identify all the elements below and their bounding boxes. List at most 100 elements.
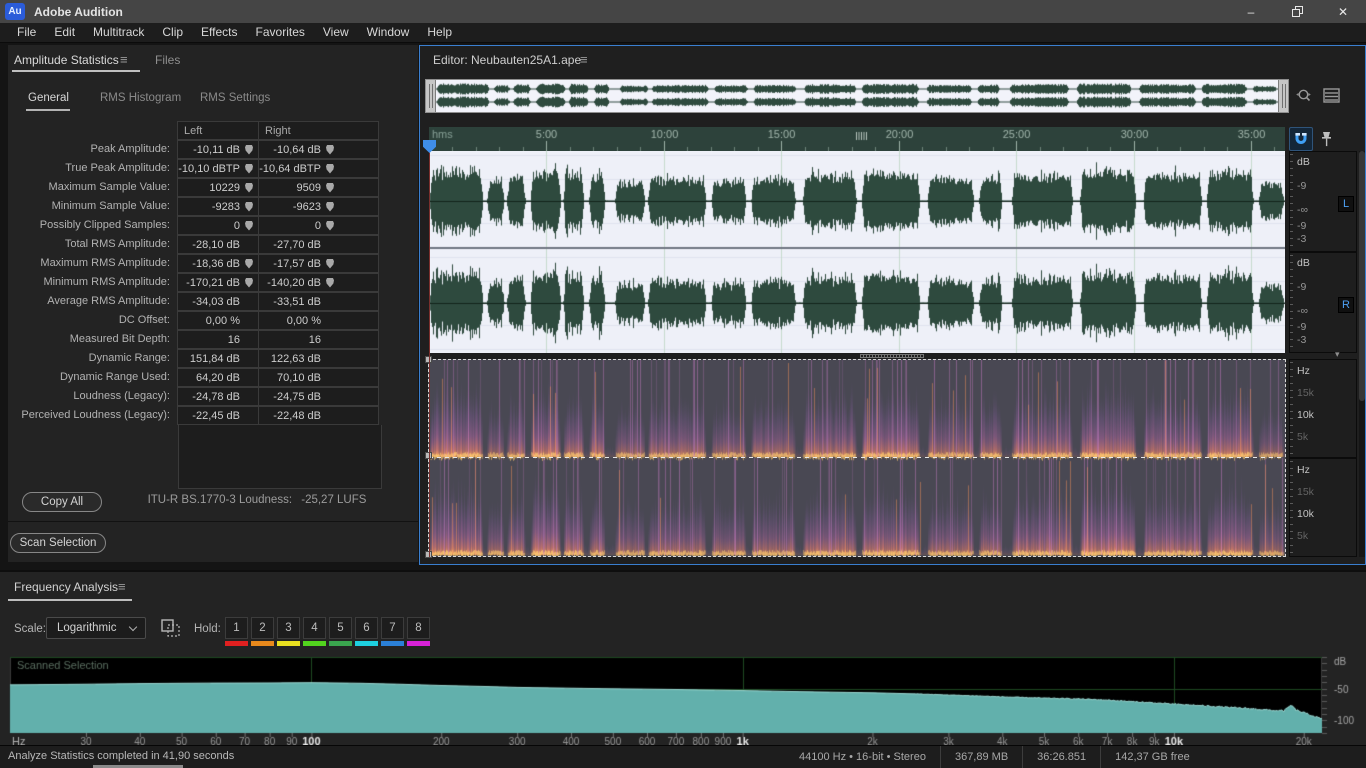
marker-pin-icon[interactable] <box>245 258 253 269</box>
copy-graph-icon[interactable] <box>160 618 182 643</box>
marker-pin-icon[interactable] <box>326 163 334 174</box>
channel-badge-left[interactable]: L <box>1338 196 1354 212</box>
stat-label: True Peak Amplitude: <box>65 162 170 174</box>
marker-pin-icon[interactable] <box>326 277 334 288</box>
tab-rms-histogram[interactable]: RMS Histogram <box>100 92 181 104</box>
menu-item-multitrack[interactable]: Multitrack <box>84 23 153 42</box>
stat-label: Total RMS Amplitude: <box>64 238 170 250</box>
marker-pin-icon[interactable] <box>245 201 253 212</box>
hold-button-6[interactable]: 6 <box>355 617 378 639</box>
stat-label: Average RMS Amplitude: <box>47 295 170 307</box>
timeline-ruler[interactable] <box>429 127 1285 153</box>
marker-pin-icon[interactable] <box>326 220 334 231</box>
hold-color-swatch <box>355 641 378 646</box>
marker-pin-icon[interactable] <box>245 163 253 174</box>
marker-pin-icon[interactable] <box>245 277 253 288</box>
amplitude-ruler-right: dB -9 -∞ -9 -3 R <box>1289 252 1357 353</box>
current-time-indicator[interactable] <box>429 151 430 557</box>
tab-files[interactable]: Files <box>155 53 180 67</box>
menu-item-window[interactable]: Window <box>358 23 419 42</box>
zoom-navigate-icon[interactable] <box>1294 86 1314 106</box>
ruler-label: -∞ <box>1297 204 1308 216</box>
hold-button-3[interactable]: 3 <box>277 617 300 639</box>
stat-label: Possibly Clipped Samples: <box>39 219 170 231</box>
status-message: Analyze Statistics completed in 41,90 se… <box>8 750 235 762</box>
hold-color-swatch <box>303 641 326 646</box>
spectral-selection[interactable] <box>425 356 1286 558</box>
stat-label: Minimum RMS Amplitude: <box>43 276 170 288</box>
ruler-label: 10k <box>1297 508 1314 520</box>
ruler-label: -3 <box>1297 233 1307 245</box>
hold-button-5[interactable]: 5 <box>329 617 352 639</box>
scan-selection-button[interactable]: Scan Selection <box>10 533 106 553</box>
marker-pin-icon[interactable] <box>245 144 253 155</box>
stat-value-left: -34,03 dB <box>177 292 259 311</box>
ruler-label: 15k <box>1297 486 1314 498</box>
overview-waveform[interactable] <box>436 80 1278 112</box>
stat-label: Loudness (Legacy): <box>73 390 170 402</box>
restore-button[interactable] <box>1274 0 1320 23</box>
tab-frequency-analysis[interactable]: Frequency Analysis <box>14 580 118 594</box>
menu-item-effects[interactable]: Effects <box>192 23 246 42</box>
menu-item-file[interactable]: File <box>8 23 45 42</box>
loudness-label: ITU-R BS.1770-3 Loudness: <box>147 494 293 506</box>
marker-pin-icon[interactable] <box>245 182 253 193</box>
spectral-channel-split <box>429 457 1285 458</box>
freq-panel-menu-icon[interactable]: ≡ <box>118 579 126 594</box>
hold-color-swatch <box>251 641 274 646</box>
ruler-label: 5k <box>1297 530 1309 542</box>
list-view-icon[interactable] <box>1322 86 1342 106</box>
menu-item-view[interactable]: View <box>314 23 358 42</box>
editor-title[interactable]: Editor: Neubauten25A1.ape <box>433 53 581 67</box>
scale-dropdown[interactable]: Logarithmic <box>46 617 146 639</box>
stat-value-right: -33,51 dB <box>258 292 340 311</box>
menu-item-help[interactable]: Help <box>418 23 461 42</box>
stat-value-right: -10,64 dBTP <box>258 159 340 178</box>
waveform-display[interactable] <box>429 151 1285 353</box>
panel-divider <box>8 521 418 522</box>
hold-button-8[interactable]: 8 <box>407 617 430 639</box>
stat-value-right: -27,70 dB <box>258 235 340 254</box>
overview-right-handle[interactable] <box>1278 80 1288 112</box>
table-row: Measured Bit Depth: 16 16 <box>8 330 382 349</box>
stat-label: Minimum Sample Value: <box>51 200 170 212</box>
tab-rms-settings[interactable]: RMS Settings <box>200 92 270 104</box>
panel-menu-icon[interactable]: ≡ <box>120 52 128 67</box>
statistics-table: Left Right Peak Amplitude: -10,11 dB -10,6… <box>8 121 382 489</box>
stat-value-right: -10,64 dB <box>258 140 340 159</box>
marker-pin-icon[interactable] <box>326 182 334 193</box>
marker-pin-icon[interactable] <box>326 201 334 212</box>
hold-button-2[interactable]: 2 <box>251 617 274 639</box>
stat-value-left: -24,78 dB <box>177 387 259 406</box>
overview-left-handle[interactable] <box>426 80 436 112</box>
channel-badge-right[interactable]: R <box>1338 297 1354 313</box>
menu-item-favorites[interactable]: Favorites <box>247 23 314 42</box>
marker-pin-icon[interactable] <box>326 258 334 269</box>
menu-item-edit[interactable]: Edit <box>45 23 84 42</box>
minimize-button[interactable]: – <box>1228 0 1274 23</box>
itu-loudness-readout: ITU-R BS.1770-3 Loudness: -25,27 LUFS <box>126 494 388 506</box>
editor-scrollbar[interactable] <box>1359 151 1365 557</box>
frequency-analysis-chart[interactable] <box>8 655 1356 747</box>
marker-pin-icon[interactable] <box>245 220 253 231</box>
snap-toggle[interactable] <box>1289 127 1313 151</box>
table-row: Total RMS Amplitude: -28,10 dB -27,70 dB <box>8 235 382 254</box>
hold-button-4[interactable]: 4 <box>303 617 326 639</box>
stat-value-right: -140,20 dB <box>258 273 340 292</box>
hold-button-1[interactable]: 1 <box>225 617 248 639</box>
tab-amplitude-statistics[interactable]: Amplitude Statistics <box>14 53 119 67</box>
tab-general[interactable]: General <box>28 92 69 104</box>
spectral-display[interactable] <box>429 360 1285 556</box>
hold-color-swatch <box>381 641 404 646</box>
view-divider-grip[interactable] <box>860 354 924 358</box>
menu-item-clip[interactable]: Clip <box>153 23 192 42</box>
editor-panel-menu-icon[interactable]: ≡ <box>580 52 588 67</box>
ruler-label: -9 <box>1297 180 1307 192</box>
overview-strip[interactable] <box>425 79 1289 113</box>
copy-all-button[interactable]: Copy All <box>22 492 102 512</box>
hold-buttons: 12345678 <box>225 617 433 646</box>
hold-button-7[interactable]: 7 <box>381 617 404 639</box>
marker-pin-icon[interactable] <box>326 144 334 155</box>
close-button[interactable]: ✕ <box>1320 0 1366 23</box>
stat-value-left: -28,10 dB <box>177 235 259 254</box>
